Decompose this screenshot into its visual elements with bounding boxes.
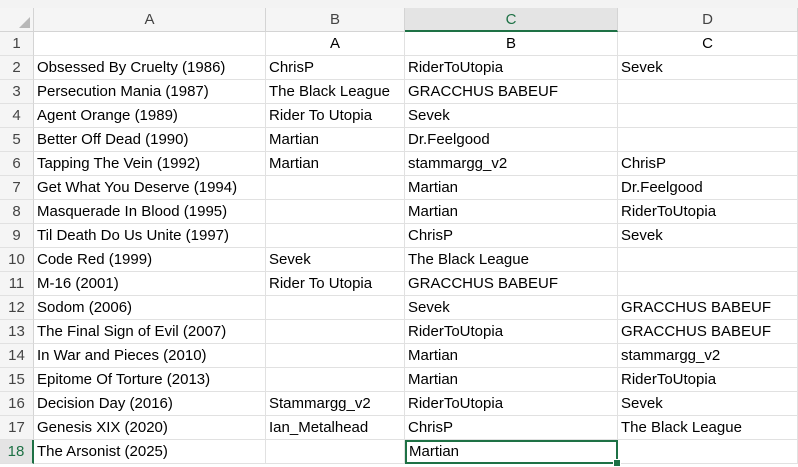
row-header-8[interactable]: 8 — [0, 200, 34, 224]
row-header-16[interactable]: 16 — [0, 392, 34, 416]
row-header-18[interactable]: 18 — [0, 440, 34, 464]
cell-b9[interactable] — [266, 224, 405, 248]
column-header-a[interactable]: A — [34, 8, 266, 32]
cell-c16[interactable]: RiderToUtopia — [405, 392, 618, 416]
cell-d17[interactable]: The Black League — [618, 416, 798, 440]
cell-d18[interactable] — [618, 440, 798, 464]
cell-a10[interactable]: Code Red (1999) — [34, 248, 266, 272]
row-header-9[interactable]: 9 — [0, 224, 34, 248]
cell-b1[interactable]: A — [266, 32, 405, 56]
row-header-4[interactable]: 4 — [0, 104, 34, 128]
cell-a4[interactable]: Agent Orange (1989) — [34, 104, 266, 128]
cell-a3[interactable]: Persecution Mania (1987) — [34, 80, 266, 104]
cell-d14[interactable]: stammargg_v2 — [618, 344, 798, 368]
cell-a11[interactable]: M-16 (2001) — [34, 272, 266, 296]
cell-d13[interactable]: GRACCHUS BABEUF — [618, 320, 798, 344]
cell-b13[interactable] — [266, 320, 405, 344]
cell-a14[interactable]: In War and Pieces (2010) — [34, 344, 266, 368]
cell-c8[interactable]: Martian — [405, 200, 618, 224]
row-header-6[interactable]: 6 — [0, 152, 34, 176]
cell-b4[interactable]: Rider To Utopia — [266, 104, 405, 128]
cell-c18[interactable]: Martian — [405, 440, 618, 464]
cell-b12[interactable] — [266, 296, 405, 320]
cell-b10[interactable]: Sevek — [266, 248, 405, 272]
cell-b8[interactable] — [266, 200, 405, 224]
cell-c2[interactable]: RiderToUtopia — [405, 56, 618, 80]
row-header-11[interactable]: 11 — [0, 272, 34, 296]
cell-d2[interactable]: Sevek — [618, 56, 798, 80]
column-header-c[interactable]: C — [405, 8, 618, 32]
cell-c1[interactable]: B — [405, 32, 618, 56]
cell-b11[interactable]: Rider To Utopia — [266, 272, 405, 296]
row-header-7[interactable]: 7 — [0, 176, 34, 200]
spreadsheet-grid[interactable]: A B C D 1 A B C 2 Obsessed By Cruelty (1986) Chris… — [0, 8, 798, 467]
toolbar-strip — [0, 0, 798, 8]
cell-a8[interactable]: Masquerade In Blood (1995) — [34, 200, 266, 224]
cell-b18[interactable] — [266, 440, 405, 464]
cell-c14[interactable]: Martian — [405, 344, 618, 368]
cell-a16[interactable]: Decision Day (2016) — [34, 392, 266, 416]
cell-a17[interactable]: Genesis XIX (2020) — [34, 416, 266, 440]
cell-d9[interactable]: Sevek — [618, 224, 798, 248]
cell-d16[interactable]: Sevek — [618, 392, 798, 416]
cell-d3[interactable] — [618, 80, 798, 104]
row-header-1[interactable]: 1 — [0, 32, 34, 56]
row-header-5[interactable]: 5 — [0, 128, 34, 152]
cell-b16[interactable]: Stammargg_v2 — [266, 392, 405, 416]
cell-b2[interactable]: ChrisP — [266, 56, 405, 80]
cell-a5[interactable]: Better Off Dead (1990) — [34, 128, 266, 152]
cell-b7[interactable] — [266, 176, 405, 200]
cell-a6[interactable]: Tapping The Vein (1992) — [34, 152, 266, 176]
cell-c9[interactable]: ChrisP — [405, 224, 618, 248]
cell-a7[interactable]: Get What You Deserve (1994) — [34, 176, 266, 200]
cell-a18[interactable]: The Arsonist (2025) — [34, 440, 266, 464]
cell-c7[interactable]: Martian — [405, 176, 618, 200]
cell-c15[interactable]: Martian — [405, 368, 618, 392]
cell-c5[interactable]: Dr.Feelgood — [405, 128, 618, 152]
cell-b14[interactable] — [266, 344, 405, 368]
row-header-14[interactable]: 14 — [0, 344, 34, 368]
cell-a2[interactable]: Obsessed By Cruelty (1986) — [34, 56, 266, 80]
cell-b15[interactable] — [266, 368, 405, 392]
cell-c10[interactable]: The Black League — [405, 248, 618, 272]
cell-c3[interactable]: GRACCHUS BABEUF — [405, 80, 618, 104]
cell-c17[interactable]: ChrisP — [405, 416, 618, 440]
cell-c13[interactable]: RiderToUtopia — [405, 320, 618, 344]
cell-a12[interactable]: Sodom (2006) — [34, 296, 266, 320]
column-header-b[interactable]: B — [266, 8, 405, 32]
cell-b6[interactable]: Martian — [266, 152, 405, 176]
cell-d10[interactable] — [618, 248, 798, 272]
column-header-d[interactable]: D — [618, 8, 798, 32]
cell-c11[interactable]: GRACCHUS BABEUF — [405, 272, 618, 296]
cell-a13[interactable]: The Final Sign of Evil (2007) — [34, 320, 266, 344]
cell-d5[interactable] — [618, 128, 798, 152]
row-header-17[interactable]: 17 — [0, 416, 34, 440]
cell-b5[interactable]: Martian — [266, 128, 405, 152]
cell-d7[interactable]: Dr.Feelgood — [618, 176, 798, 200]
cell-b3[interactable]: The Black League — [266, 80, 405, 104]
row-header-10[interactable]: 10 — [0, 248, 34, 272]
row-header-12[interactable]: 12 — [0, 296, 34, 320]
cell-a9[interactable]: Til Death Do Us Unite (1997) — [34, 224, 266, 248]
cell-d8[interactable]: RiderToUtopia — [618, 200, 798, 224]
cell-b17[interactable]: Ian_Metalhead — [266, 416, 405, 440]
select-all-triangle-icon — [19, 17, 30, 28]
row-header-3[interactable]: 3 — [0, 80, 34, 104]
cell-a1[interactable] — [34, 32, 266, 56]
row-header-13[interactable]: 13 — [0, 320, 34, 344]
cell-a15[interactable]: Epitome Of Torture (2013) — [34, 368, 266, 392]
cell-d4[interactable] — [618, 104, 798, 128]
row-header-15[interactable]: 15 — [0, 368, 34, 392]
row-header-2[interactable]: 2 — [0, 56, 34, 80]
cell-d15[interactable]: RiderToUtopia — [618, 368, 798, 392]
cell-c4[interactable]: Sevek — [405, 104, 618, 128]
cell-d11[interactable] — [618, 272, 798, 296]
cell-c12[interactable]: Sevek — [405, 296, 618, 320]
cell-d6[interactable]: ChrisP — [618, 152, 798, 176]
cell-d12[interactable]: GRACCHUS BABEUF — [618, 296, 798, 320]
select-all-corner[interactable] — [0, 8, 34, 32]
cell-d1[interactable]: C — [618, 32, 798, 56]
cell-c6[interactable]: stammargg_v2 — [405, 152, 618, 176]
